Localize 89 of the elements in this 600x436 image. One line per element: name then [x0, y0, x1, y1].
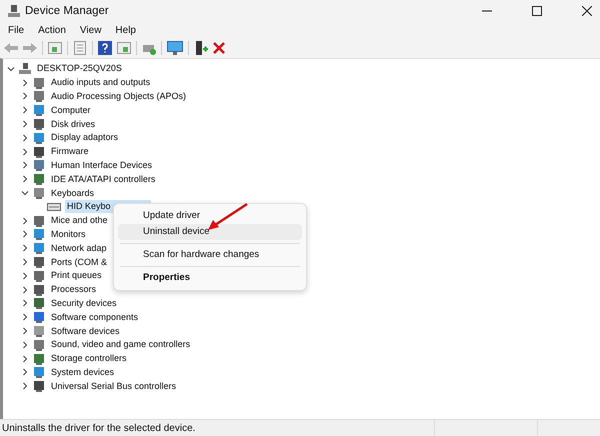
device-icon	[33, 104, 45, 116]
device-icon	[33, 284, 45, 296]
tree-item[interactable]: Processors	[49, 283, 98, 296]
device-icon	[33, 214, 45, 227]
tree-item[interactable]: Disk drives	[49, 118, 98, 131]
tree-item[interactable]: Network adap	[49, 242, 109, 255]
device-icon	[33, 146, 45, 158]
window-icon[interactable]	[48, 41, 62, 55]
chevron-icon[interactable]	[21, 216, 29, 225]
tree-item[interactable]: Mice and othe	[49, 214, 110, 228]
menu-item[interactable]: File	[8, 24, 24, 36]
status-text: Uninstalls the driver for the selected device.	[1, 422, 196, 434]
chevron-icon[interactable]	[21, 230, 29, 238]
chevron-icon[interactable]	[21, 286, 29, 294]
menu-item[interactable]: Uninstall device	[118, 224, 302, 240]
chevron-icon[interactable]	[21, 92, 29, 100]
menu-item[interactable]: Properties	[118, 270, 302, 286]
device-icon	[33, 352, 45, 365]
chevron-icon[interactable]	[21, 106, 29, 114]
chevron-icon[interactable]	[21, 272, 29, 280]
tree-item[interactable]: Software devices	[49, 324, 122, 338]
device-icon	[33, 76, 45, 89]
device-icon	[33, 297, 45, 310]
chevron-icon[interactable]	[21, 244, 29, 252]
chevron-icon[interactable]	[21, 382, 29, 390]
tree-item[interactable]: Security devices	[49, 296, 119, 310]
device-icon	[33, 325, 45, 338]
document-icon[interactable]	[73, 41, 87, 55]
chevron-icon[interactable]	[7, 64, 15, 73]
menu-item[interactable]: View	[80, 24, 102, 36]
computer-icon	[7, 4, 21, 18]
tree-item[interactable]: Universal Serial Bus controllers	[49, 380, 178, 393]
monitor-icon[interactable]	[167, 41, 183, 55]
tree-item[interactable]: Human Interface Devices	[49, 158, 154, 172]
window-icon[interactable]	[117, 41, 131, 55]
chevron-icon[interactable]	[21, 78, 29, 87]
device-icon	[33, 90, 45, 102]
device-icon	[33, 338, 45, 351]
device-icon	[33, 366, 45, 378]
window-title: Device Manager	[25, 5, 109, 17]
chevron-icon[interactable]	[21, 175, 29, 184]
device-icon	[33, 187, 45, 200]
chevron-icon[interactable]	[21, 327, 29, 336]
help-icon[interactable]	[98, 41, 112, 55]
tree-item[interactable]: DESKTOP-25QV20S	[35, 62, 124, 76]
tree-item[interactable]: IDE ATA/ATAPI controllers	[49, 172, 158, 186]
chevron-icon[interactable]	[21, 354, 29, 363]
device-icon	[33, 242, 45, 254]
tree-item[interactable]: Computer	[49, 104, 93, 117]
tree-item[interactable]: Monitors	[49, 228, 88, 241]
chevron-icon[interactable]	[21, 161, 29, 170]
chevron-icon[interactable]	[21, 340, 29, 349]
menu-item[interactable]: Help	[115, 24, 136, 36]
computer-icon	[19, 62, 31, 75]
chevron-icon[interactable]	[21, 299, 29, 308]
menu-item[interactable]: Action	[38, 24, 66, 36]
close-icon[interactable]	[582, 6, 592, 16]
tree-item[interactable]: Display adaptors	[49, 131, 120, 144]
keyboard-icon	[47, 202, 61, 212]
tree-item[interactable]: Keyboards	[49, 186, 96, 200]
device-icon	[33, 270, 45, 282]
chevron-icon[interactable]	[21, 134, 29, 142]
tree-item[interactable]: Software components	[49, 310, 140, 324]
device-icon	[33, 159, 45, 172]
device-icon	[33, 118, 45, 130]
device-icon	[33, 228, 45, 240]
tree-item[interactable]: Firmware	[49, 145, 90, 158]
device-icon	[33, 132, 45, 144]
device-icon	[33, 173, 45, 186]
tree-item[interactable]: Audio Processing Objects (APOs)	[49, 90, 188, 103]
chevron-icon[interactable]	[21, 313, 29, 322]
chevron-icon[interactable]	[21, 368, 29, 376]
tree-item[interactable]: System devices	[49, 366, 116, 379]
chevron-icon[interactable]	[21, 148, 29, 156]
device-icon	[33, 256, 45, 268]
tree-item[interactable]: Sound, video and game controllers	[49, 338, 192, 352]
chevron-icon[interactable]	[21, 120, 29, 128]
device-add-icon[interactable]	[194, 41, 208, 55]
tree-item[interactable]: Ports (COM &	[49, 256, 110, 269]
chevron-icon[interactable]	[21, 189, 29, 198]
tree-item[interactable]: Audio inputs and outputs	[49, 76, 152, 90]
chevron-icon[interactable]	[21, 258, 29, 266]
maximize-icon[interactable]	[532, 6, 542, 16]
delete-icon[interactable]	[213, 42, 225, 54]
device-icon	[33, 380, 45, 392]
device-icon	[33, 311, 45, 324]
menu-item[interactable]: Scan for hardware changes	[118, 247, 302, 263]
tree-item[interactable]: Storage controllers	[49, 352, 129, 366]
tree-item[interactable]: Print queues	[49, 269, 104, 282]
